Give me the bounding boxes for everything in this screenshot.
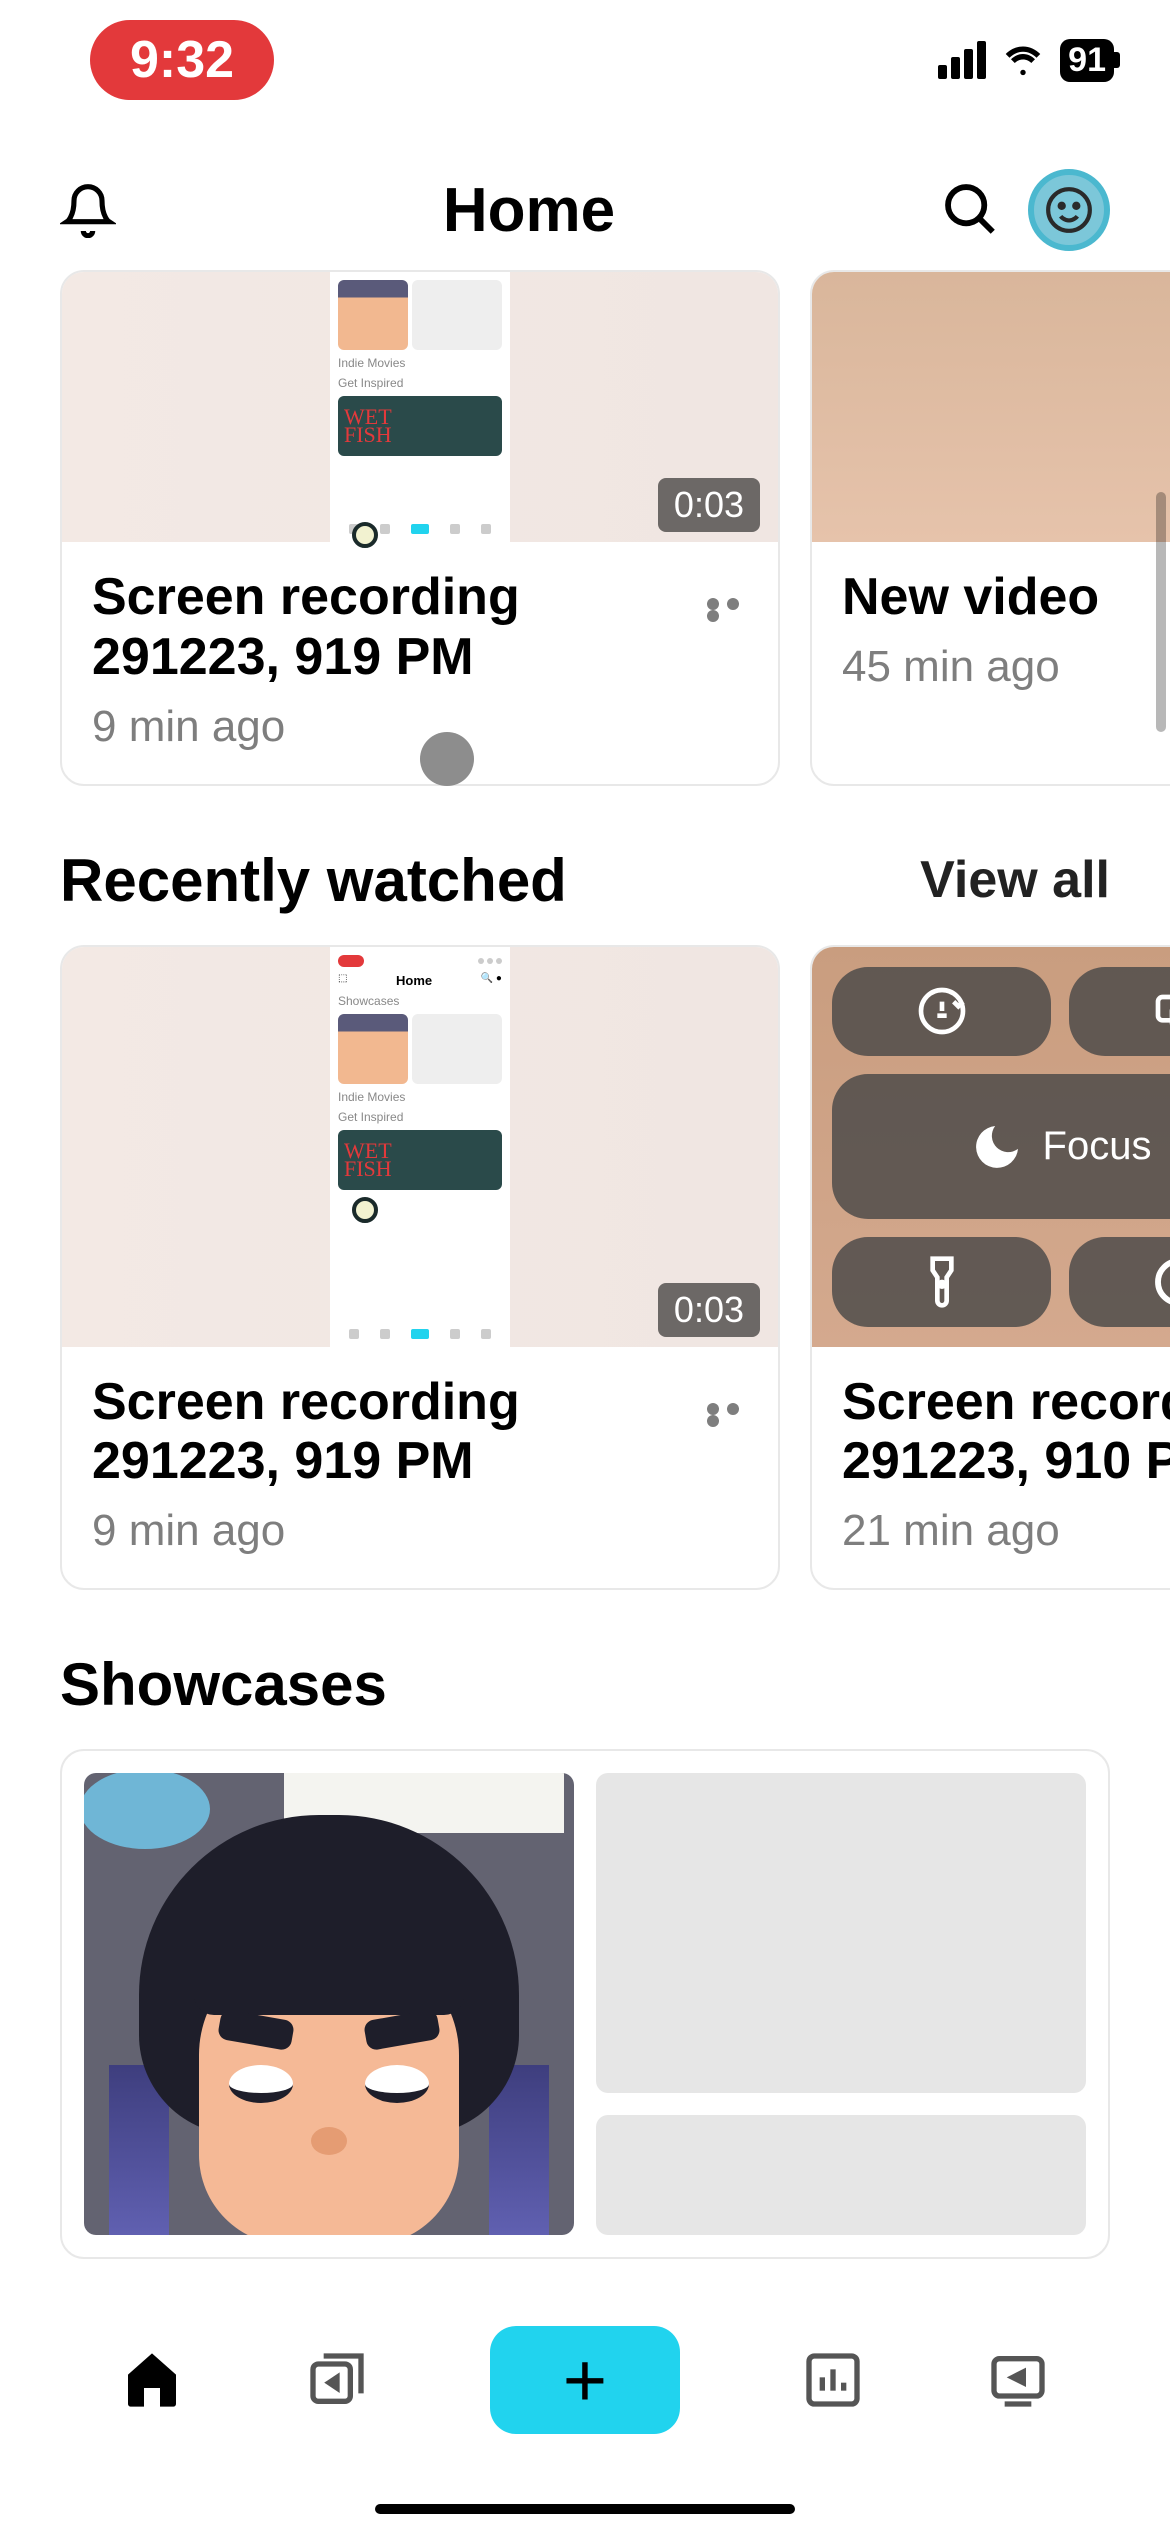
- home-indicator[interactable]: [375, 2504, 795, 2514]
- video-card[interactable]: Indie Movies Get Inspired WETFISH 0:03 S…: [60, 270, 780, 786]
- timer-icon: [1069, 1237, 1170, 1326]
- wifi-icon: [1000, 42, 1046, 78]
- video-thumbnail[interactable]: Focus: [812, 947, 1170, 1347]
- section-header-recently-watched: Recently watched View all: [0, 786, 1170, 945]
- profile-avatar[interactable]: [1028, 169, 1110, 251]
- section-title: Showcases: [60, 1650, 387, 1719]
- flashlight-icon: [832, 1237, 1051, 1326]
- focus-button: Focus: [832, 1074, 1170, 1219]
- showcase-main-tile[interactable]: [84, 1773, 574, 2235]
- add-button[interactable]: +: [490, 2326, 680, 2434]
- video-title: Screen recording 291223, 919 PM: [92, 1373, 703, 1493]
- tab-library[interactable]: [305, 2348, 369, 2412]
- video-thumbnail[interactable]: ⬚Home🔍 ● Showcases Indie Movies Get Insp…: [62, 947, 778, 1347]
- battery-icon: 91: [1060, 39, 1114, 82]
- duration-badge: 0:03: [658, 478, 760, 532]
- video-age: 21 min ago: [842, 1506, 1170, 1556]
- tab-bar: +: [0, 2272, 1170, 2532]
- rotation-lock-icon: [832, 967, 1051, 1056]
- cellular-icon: [938, 41, 986, 79]
- video-age: 45 min ago: [842, 642, 1099, 692]
- video-title: Screen recording 291223, 910 PM: [842, 1373, 1170, 1493]
- search-icon[interactable]: [942, 181, 1000, 239]
- top-videos-row[interactable]: Indie Movies Get Inspired WETFISH 0:03 S…: [0, 270, 1170, 786]
- showcase-tile[interactable]: [596, 1773, 1086, 2093]
- video-title: Screen recording 291223, 919 PM: [92, 568, 703, 688]
- app-header: Home: [0, 150, 1170, 270]
- more-icon[interactable]: [703, 598, 748, 622]
- video-card[interactable]: New video 45 min ago: [810, 270, 1170, 786]
- video-age: 9 min ago: [92, 1506, 703, 1556]
- video-thumbnail[interactable]: [812, 272, 1170, 542]
- tab-home[interactable]: [120, 2348, 184, 2412]
- recently-watched-row[interactable]: ⬚Home🔍 ● Showcases Indie Movies Get Insp…: [0, 945, 1170, 1591]
- recording-time-pill[interactable]: 9:32: [90, 20, 274, 100]
- more-icon[interactable]: [703, 1403, 748, 1427]
- video-thumbnail[interactable]: Indie Movies Get Inspired WETFISH 0:03: [62, 272, 778, 542]
- tab-watch[interactable]: [986, 2348, 1050, 2412]
- video-age: 9 min ago: [92, 702, 703, 752]
- notifications-icon[interactable]: [60, 182, 116, 238]
- video-card[interactable]: ⬚Home🔍 ● Showcases Indie Movies Get Insp…: [60, 945, 780, 1591]
- view-all-link[interactable]: View all: [920, 850, 1110, 910]
- section-title: Recently watched: [60, 846, 567, 915]
- showcase-card[interactable]: [60, 1749, 1110, 2259]
- showcase-tile[interactable]: [596, 2115, 1086, 2235]
- tab-analytics[interactable]: [801, 2348, 865, 2412]
- video-title: New video: [842, 568, 1099, 628]
- screen-mirroring-icon: [1069, 967, 1170, 1056]
- scrollbar[interactable]: [1156, 492, 1166, 732]
- status-right: 91: [938, 39, 1120, 82]
- content-scroll[interactable]: Indie Movies Get Inspired WETFISH 0:03 S…: [0, 270, 1170, 2272]
- duration-badge: 0:03: [658, 1283, 760, 1337]
- page-title: Home: [116, 175, 942, 246]
- section-header-showcases: Showcases: [0, 1590, 1170, 1749]
- video-card[interactable]: Focus Screen recording 291223, 910 PM 21…: [810, 945, 1170, 1591]
- status-bar: 9:32 91: [0, 0, 1170, 120]
- touch-indicator: [420, 732, 474, 786]
